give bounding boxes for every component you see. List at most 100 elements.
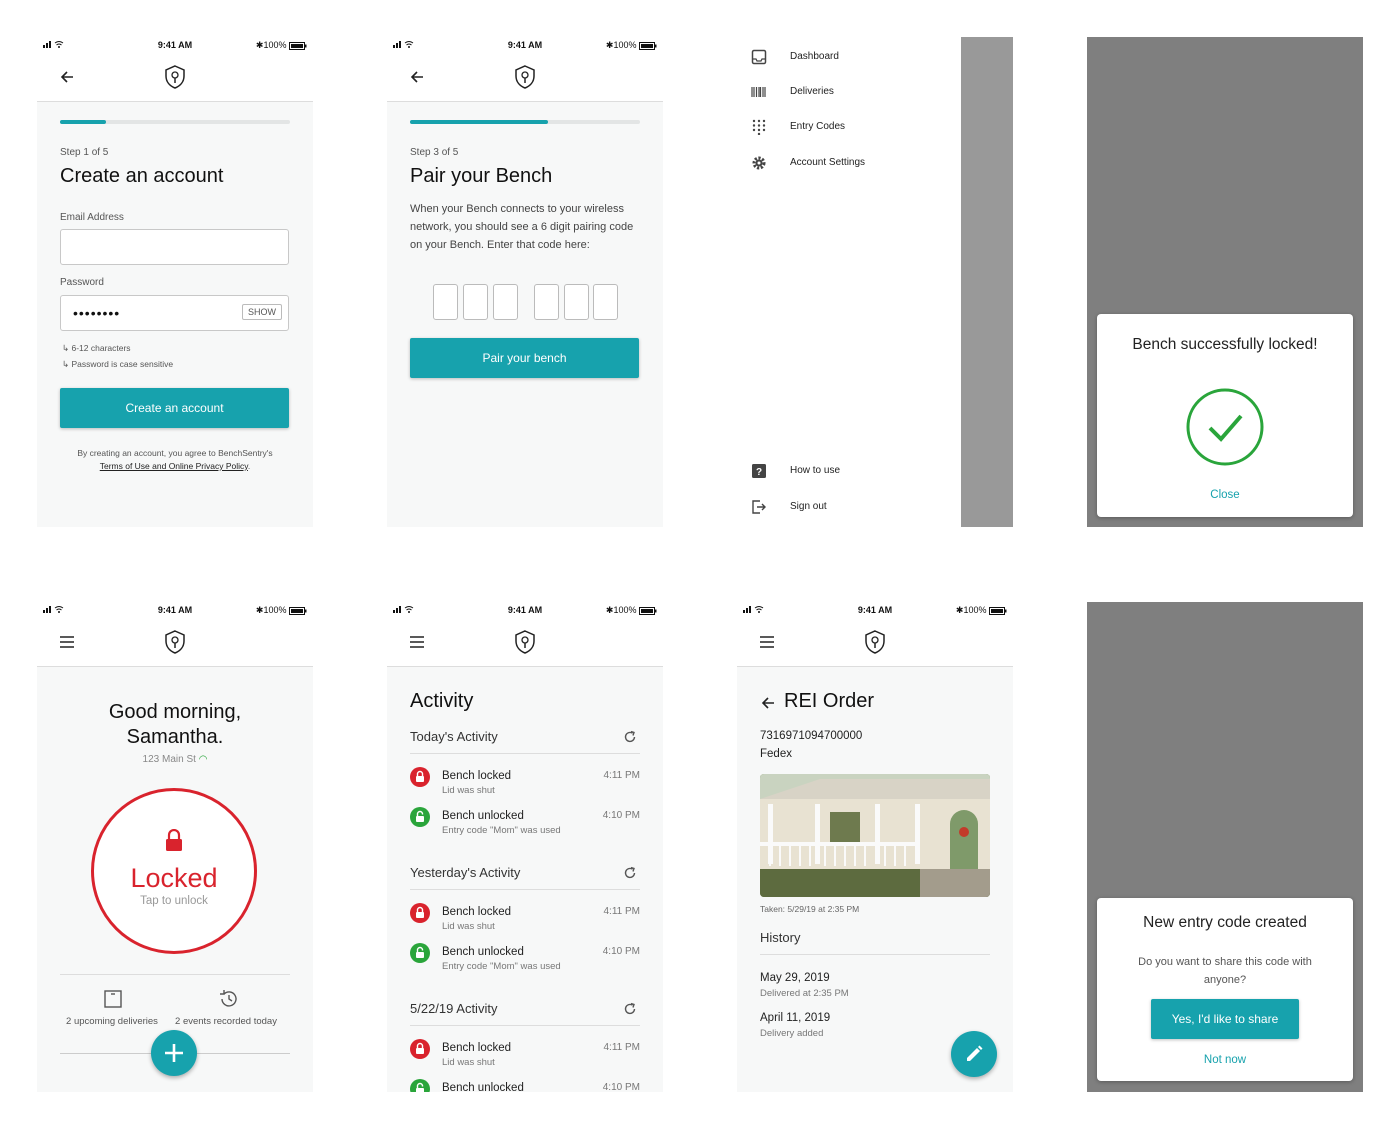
page-title: Pair your Bench: [410, 165, 553, 187]
pairing-code-digit[interactable]: [593, 284, 618, 320]
battery-indicator: ✱100%: [606, 605, 657, 616]
activity-item[interactable]: Bench unlocked Entry code "Mom" was used 4…: [410, 807, 640, 841]
menu-item-how-to-use[interactable]: ? How to use: [737, 459, 961, 483]
hamburger-menu-icon[interactable]: [59, 634, 75, 655]
email-field[interactable]: [60, 229, 289, 265]
drawer-scrim[interactable]: [961, 37, 1013, 527]
app-bar: [387, 620, 663, 667]
progress-fill: [410, 120, 548, 124]
share-code-button[interactable]: Yes, I'd like to share: [1151, 999, 1299, 1039]
plus-icon: [165, 1044, 183, 1062]
page-title: REI Order: [784, 690, 875, 712]
terms-suffix: .: [247, 461, 251, 471]
unlocked-padlock-icon: [410, 943, 430, 963]
greeting-title: Good morning, Samantha.: [108, 701, 242, 748]
refresh-icon[interactable]: [623, 1002, 637, 1021]
dialog-title: New entry code created: [1143, 914, 1307, 931]
entry-code-created-screen: New entry code created Do you want to sh…: [1087, 602, 1363, 1092]
activity-title: Bench unlocked: [442, 810, 524, 822]
events-recorded-stat[interactable]: 2 events recorded today: [171, 1016, 281, 1028]
history-icon: [218, 989, 238, 1014]
menu-item-dashboard[interactable]: Dashboard: [737, 45, 961, 69]
activity-item[interactable]: Bench locked Lid was shut 4:11 PM: [410, 903, 640, 937]
battery-indicator: ✱100%: [256, 40, 307, 51]
password-hint-case: ↳ Password is case sensitive: [62, 359, 173, 370]
activity-item[interactable]: Bench locked Lid was shut 4:11 PM: [410, 1039, 640, 1073]
page-title: Create an account: [60, 165, 224, 187]
password-field[interactable]: •••••••• SHOW: [60, 295, 289, 331]
unlocked-padlock-icon: [410, 807, 430, 827]
lock-toggle-button[interactable]: Locked Tap to unlock: [91, 788, 257, 954]
activity-item[interactable]: Bench locked Lid was shut 4:11 PM: [410, 767, 640, 801]
hamburger-menu-icon[interactable]: [759, 634, 775, 655]
step-progress-bar: [410, 120, 640, 124]
pencil-icon: [967, 1045, 983, 1061]
address-text: 123 Main St: [142, 754, 196, 765]
pair-bench-screen: 9:41 AM ✱100% Step 3 of 5 Pair your Benc…: [387, 37, 663, 527]
not-now-button[interactable]: Not now: [1097, 1054, 1353, 1066]
terms-link[interactable]: Terms of Use and Online Privacy Policy: [100, 461, 248, 471]
refresh-icon[interactable]: [623, 866, 637, 885]
menu-item-sign-out[interactable]: Sign out: [737, 495, 961, 519]
edit-fab-button[interactable]: [951, 1031, 997, 1077]
create-account-screen: 9:41 AM ✱100% Step 1 of 5 Create an acco…: [37, 37, 313, 527]
password-value: ••••••••: [73, 305, 121, 321]
back-arrow-icon[interactable]: [59, 69, 75, 90]
divider: [410, 889, 640, 890]
benchsentry-logo-icon: [514, 630, 536, 659]
back-arrow-icon[interactable]: [409, 69, 425, 90]
app-bar: [387, 55, 663, 102]
pairing-code-digit[interactable]: [534, 284, 559, 320]
activity-subtitle: Lid was shut: [442, 921, 495, 932]
pairing-code-digit[interactable]: [493, 284, 518, 320]
pair-bench-button[interactable]: Pair your bench: [410, 338, 639, 378]
hint-text: 6-12 characters: [71, 343, 131, 353]
battery-text: 100%: [613, 605, 637, 615]
status-bar: 9:41 AM ✱100%: [737, 602, 1013, 620]
back-arrow-icon[interactable]: [760, 695, 776, 716]
menu-item-deliveries[interactable]: Deliveries: [737, 80, 961, 104]
lock-hint: Tap to unlock: [140, 895, 208, 907]
activity-item[interactable]: Bench unlocked Entry code "Mom" was used 4…: [410, 943, 640, 977]
share-code-dialog: New entry code created Do you want to sh…: [1097, 898, 1353, 1081]
wifi-icon: ◠: [198, 754, 208, 765]
activity-title: Bench locked: [442, 906, 512, 918]
create-account-button[interactable]: Create an account: [60, 388, 289, 428]
show-password-button[interactable]: SHOW: [242, 304, 282, 320]
menu-item-label: Entry Codes: [790, 121, 846, 132]
menu-item-entry-codes[interactable]: Entry Codes: [737, 115, 961, 139]
delivery-photo[interactable]: [760, 774, 990, 897]
step-indicator: Step 1 of 5: [60, 147, 109, 158]
battery-indicator: ✱100%: [956, 605, 1007, 616]
upcoming-deliveries-stat[interactable]: 2 upcoming deliveries: [57, 1016, 167, 1028]
menu-item-account-settings[interactable]: Account Settings: [737, 151, 961, 175]
activity-title: Bench locked: [442, 1042, 512, 1054]
refresh-icon[interactable]: [623, 730, 637, 749]
activity-item[interactable]: Bench unlocked 4:10 PM: [410, 1079, 640, 1092]
pairing-code-digit[interactable]: [564, 284, 589, 320]
progress-fill: [60, 120, 106, 124]
battery-text: 100%: [263, 605, 287, 615]
activity-subtitle: Lid was shut: [442, 785, 495, 796]
hamburger-menu-icon[interactable]: [409, 634, 425, 655]
add-fab-button[interactable]: [151, 1030, 197, 1076]
hint-arrow-icon: ↳: [62, 359, 70, 369]
porch-photo-image: [760, 774, 990, 897]
divider: [410, 753, 640, 754]
navigation-drawer-screen: Dashboard Deliveries Entry Codes Account…: [737, 37, 1013, 527]
history-date: April 11, 2019: [760, 1012, 831, 1024]
activity-time: 4:10 PM: [602, 810, 640, 821]
benchsentry-logo-icon: [164, 65, 186, 94]
pairing-code-digit[interactable]: [433, 284, 458, 320]
unlocked-padlock-icon: [410, 1079, 430, 1092]
close-button[interactable]: Close: [1097, 489, 1353, 501]
address-line: 123 Main St ◠: [37, 754, 313, 765]
carrier: Fedex: [760, 748, 792, 760]
menu-item-label: Sign out: [790, 501, 827, 512]
page-title: Activity: [410, 690, 474, 712]
keypad-icon: [751, 119, 767, 140]
terms-prefix: By creating an account, you agree to Ben…: [77, 448, 273, 458]
pairing-code-digit[interactable]: [463, 284, 488, 320]
battery-icon: [639, 606, 657, 615]
photo-caption: Taken: 5/29/19 at 2:35 PM: [760, 904, 860, 914]
